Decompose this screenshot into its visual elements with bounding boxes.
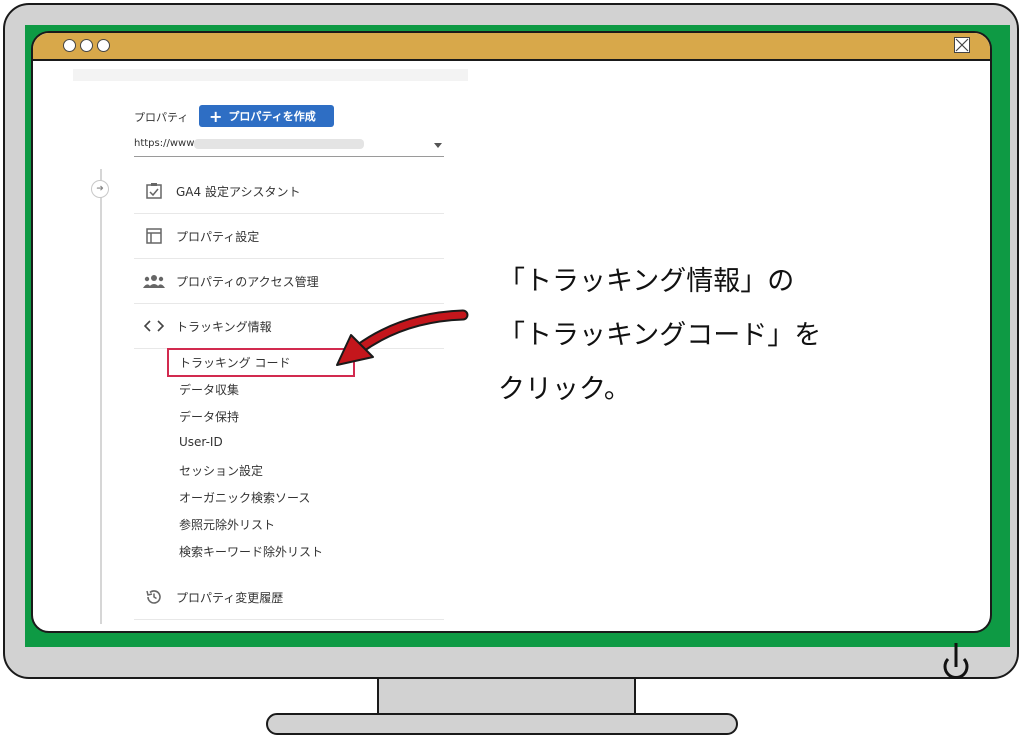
close-icon[interactable] <box>954 37 970 53</box>
submenu-item-session-settings[interactable]: セッション設定 <box>179 462 263 479</box>
monitor-stand-base <box>266 713 738 735</box>
people-icon <box>142 271 166 291</box>
menu-item-label: プロパティ変更履歴 <box>176 590 284 605</box>
create-property-label: プロパティを作成 <box>228 110 316 123</box>
window-dot-1[interactable] <box>63 39 76 52</box>
property-url-select[interactable]: https://www <box>134 134 444 157</box>
chevron-down-icon <box>434 143 442 148</box>
annotation-line-3: クリック。 <box>498 374 631 405</box>
window-dot-2[interactable] <box>80 39 93 52</box>
code-icon <box>142 316 166 336</box>
submenu-item-user-id[interactable]: User-ID <box>179 435 223 449</box>
power-icon[interactable] <box>939 643 973 683</box>
menu-item-label: トラッキング情報 <box>176 319 272 334</box>
submenu-item-data-collection[interactable]: データ収集 <box>179 381 239 398</box>
menu-item-access-management[interactable]: プロパティのアクセス管理 <box>134 259 444 304</box>
header-placeholder <box>73 69 468 81</box>
pointer-arrow-icon <box>336 309 469 366</box>
submenu-item-search-term-exclusion[interactable]: 検索キーワード除外リスト <box>179 543 323 560</box>
property-label: プロパティ <box>134 111 189 124</box>
annotation-line-2: 「トラッキングコード」を <box>498 320 822 351</box>
menu-item-property-settings[interactable]: プロパティ設定 <box>134 214 444 259</box>
arrow-right-icon[interactable]: ➜ <box>91 180 109 198</box>
submenu-item-data-retention[interactable]: データ保持 <box>179 408 239 425</box>
history-icon <box>142 587 166 607</box>
browser-window: ➜ プロパティ + プロパティを作成 https://www GA4 設定アシス… <box>31 31 992 633</box>
checklist-icon <box>142 181 166 201</box>
submenu-item-organic-search[interactable]: オーガニック検索ソース <box>179 489 310 506</box>
window-dot-3[interactable] <box>97 39 110 52</box>
menu-item-label: GA4 設定アシスタント <box>176 184 301 199</box>
menu-item-ga4-setup[interactable]: GA4 設定アシスタント <box>134 169 444 214</box>
blurred-url <box>194 139 364 149</box>
menu-item-change-history[interactable]: プロパティ変更履歴 <box>134 575 444 620</box>
plus-icon: + <box>209 106 223 126</box>
property-url-text: https://www <box>134 138 195 149</box>
menu-item-label: プロパティのアクセス管理 <box>176 274 319 289</box>
instruction-annotation: 「トラッキング情報」の 「トラッキングコード」を クリック。 <box>498 255 821 417</box>
monitor-stand-neck <box>377 679 636 716</box>
submenu-item-referral-exclusion[interactable]: 参照元除外リスト <box>179 516 275 533</box>
annotation-line-1: 「トラッキング情報」の <box>498 266 795 297</box>
create-property-button[interactable]: + プロパティを作成 <box>199 105 334 127</box>
layout-icon <box>142 226 166 246</box>
submenu-item-tracking-code[interactable]: トラッキング コード <box>179 354 290 371</box>
nav-connector-line <box>100 169 102 624</box>
menu-item-label: プロパティ設定 <box>176 229 260 244</box>
window-titlebar <box>33 33 990 61</box>
